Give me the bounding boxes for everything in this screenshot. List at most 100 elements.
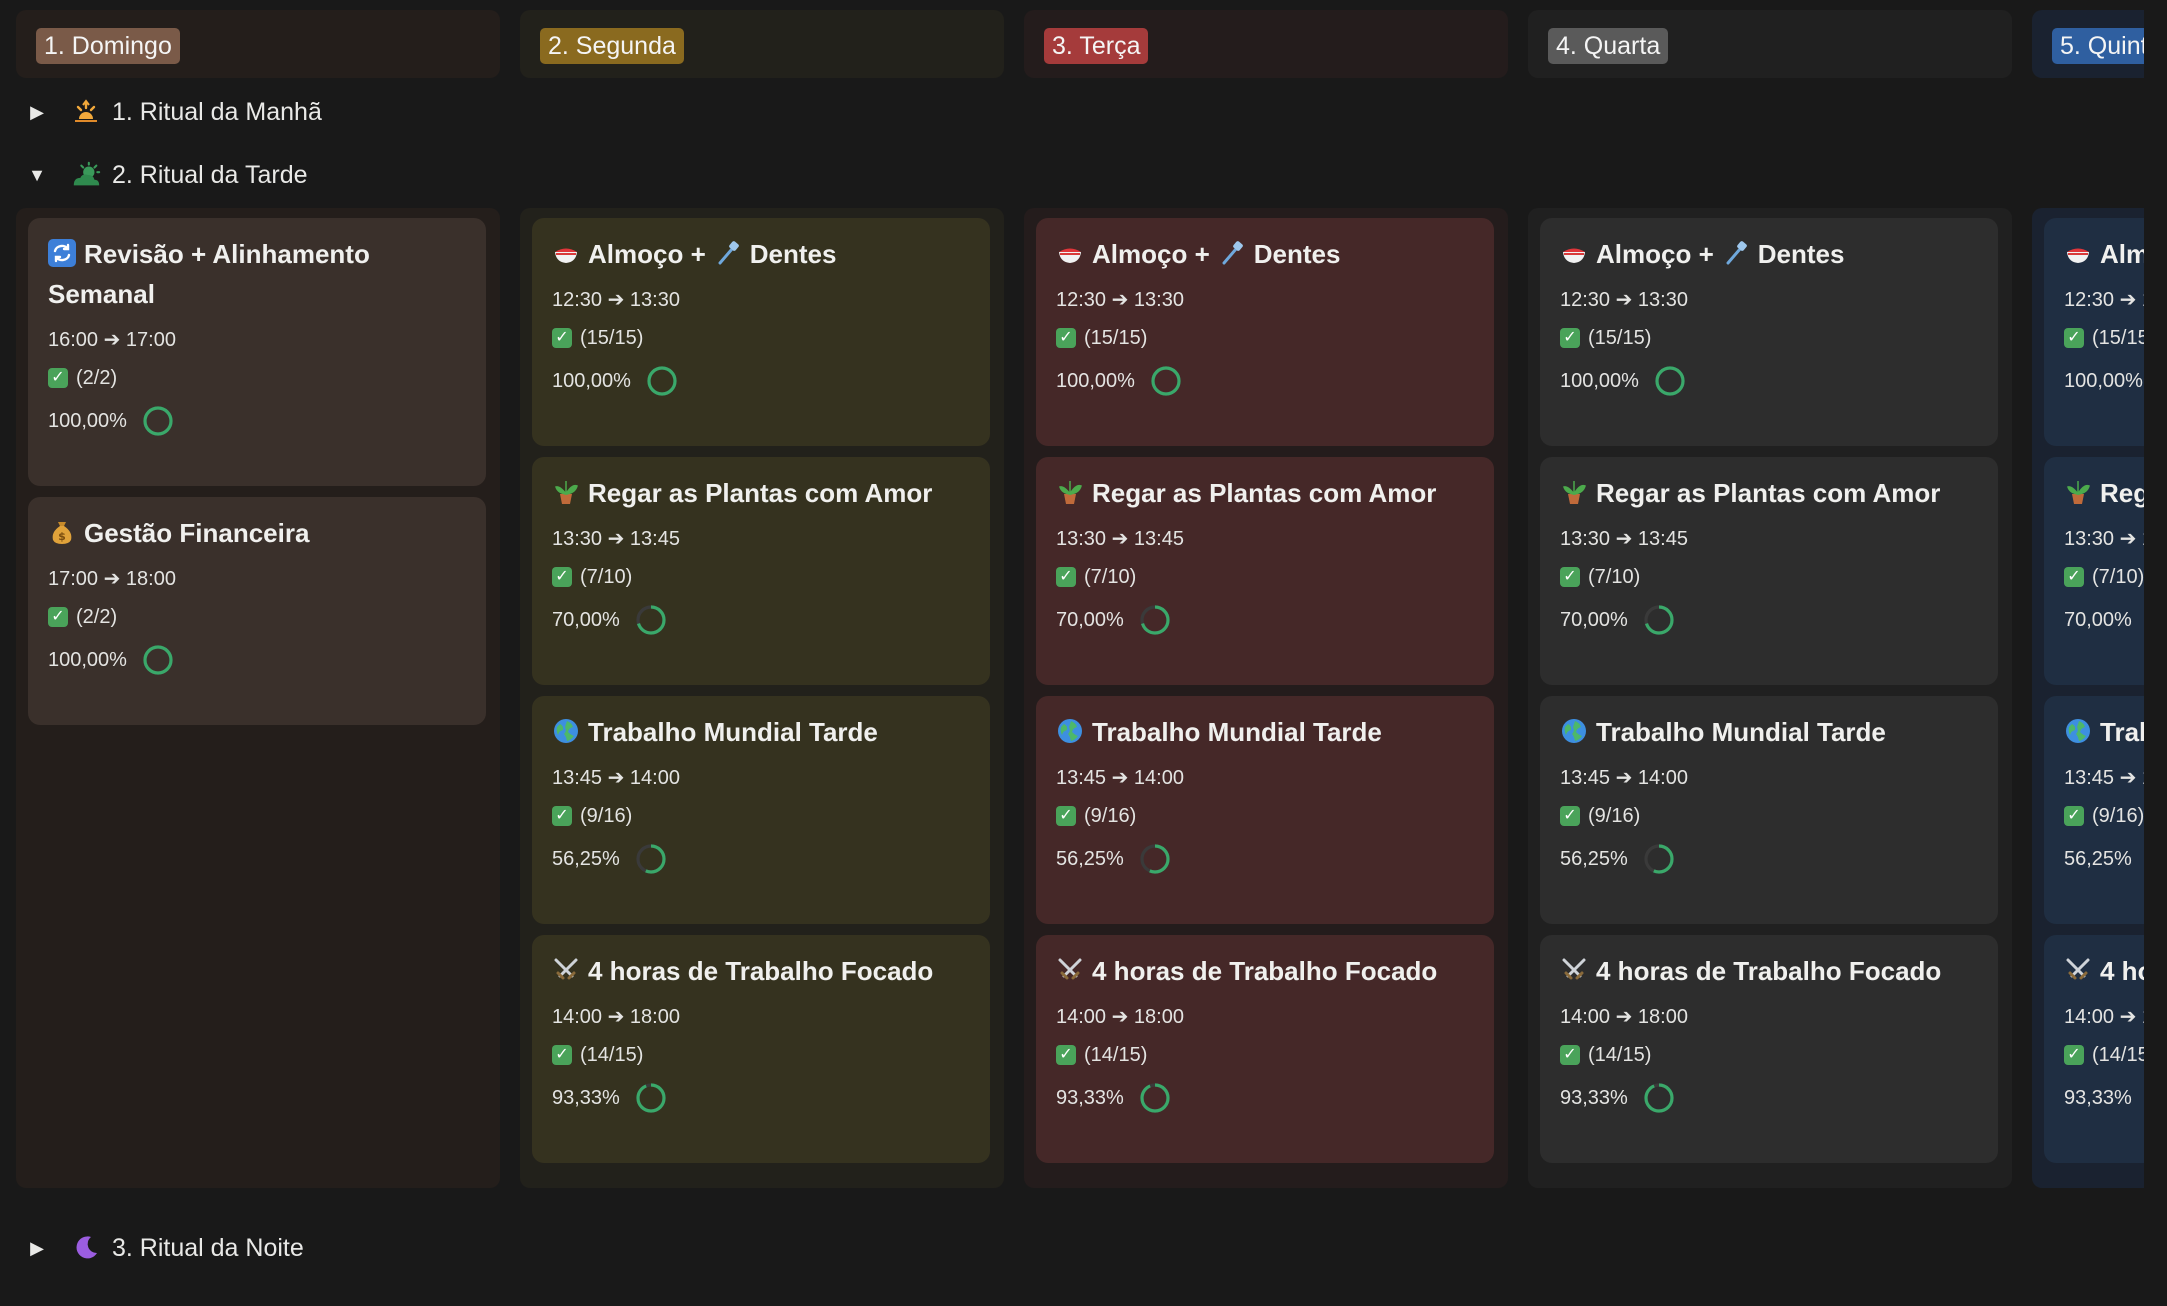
crossed-swords-icon xyxy=(552,955,580,983)
checkbox-checked-icon: ✓ xyxy=(552,328,572,348)
progress-ring xyxy=(636,1083,666,1113)
progress-ring xyxy=(143,645,173,675)
sun-cloud-icon xyxy=(70,159,102,191)
column-tag-domingo: 1. Domingo xyxy=(36,28,180,64)
card-time: 12:30 ➔ 13:30 xyxy=(1560,289,1688,311)
checkbox-checked-icon: ✓ xyxy=(48,607,68,627)
card-segunda-1[interactable]: Almoço + Dentes 12:30 ➔ 13:30 ✓ (15/15) 100,0… xyxy=(532,218,990,446)
card-progress: 100,00% xyxy=(48,404,466,438)
card-checklist: ✓ (9/16) xyxy=(2064,804,2144,828)
card-quinta-1[interactable]: Almoço +Dentes 12:30 ➔ 13:30 ✓(15/15) 100,0… xyxy=(2044,218,2144,446)
card-checklist: ✓ (7/10) xyxy=(1056,565,1474,589)
card-title: 4 horas de Trabalho Focado xyxy=(552,951,970,991)
card-checklist: ✓ (7/10) xyxy=(1560,565,1978,589)
card-progress: 93,33% xyxy=(1560,1081,1978,1115)
bowl-icon xyxy=(552,238,580,266)
card-segunda-4[interactable]: 4 horas de Trabalho Focado 14:00 ➔ 18:00 ✓… xyxy=(532,935,990,1163)
card-time: 12:30 ➔ 13:30 xyxy=(552,289,680,311)
card-terca-2[interactable]: Regar as Plantas com Amor 13:30 ➔ 13:45 ✓(… xyxy=(1036,457,1494,685)
checkbox-checked-icon: ✓ xyxy=(1560,328,1580,348)
card-terca-3[interactable]: Trabalho Mundial Tarde 13:45 ➔ 14:00 ✓ (9/1… xyxy=(1036,696,1494,924)
card-time: 13:30 ➔ 13:45 xyxy=(2064,528,2144,550)
card-progress: 56,25% xyxy=(552,842,970,876)
card-title: Trabalho Mundial Tarde xyxy=(1056,712,1474,752)
checkbox-checked-icon: ✓ xyxy=(552,1045,572,1065)
card-segunda-2[interactable]: Regar as Plantas com Amor 13:30 ➔ 13:45 ✓(… xyxy=(532,457,990,685)
svg-text:$: $ xyxy=(58,530,66,543)
card-title: Regar as Plantas com Amor xyxy=(1056,473,1474,513)
caret-down-icon[interactable]: ▼ xyxy=(28,165,46,186)
card-revisao-alinhamento[interactable]: Revisão + Alinhamento Semanal 16:00 ➔ 17:… xyxy=(28,218,486,486)
crossed-swords-icon xyxy=(2064,955,2092,983)
group-label: 1. Ritual da Manhã xyxy=(112,97,322,126)
card-time: 13:45 ➔ 14:00 xyxy=(1560,767,1688,789)
group-ritual-tarde[interactable]: ▼ 2. Ritual da Tarde xyxy=(28,155,308,195)
card-progress: 70,00% xyxy=(1560,603,1978,637)
checkbox-checked-icon: ✓ xyxy=(48,368,68,388)
card-title: Almoço +Dentes xyxy=(1560,234,1978,274)
bowl-icon xyxy=(1560,238,1588,266)
card-time: 14:00 ➔ 18:00 xyxy=(1056,1006,1184,1028)
card-checklist: ✓(15/15) xyxy=(1560,326,1978,350)
card-quarta-2[interactable]: Regar as Plantas com Amor 13:30 ➔ 13:45 ✓(… xyxy=(1540,457,1998,685)
card-time: 17:00 ➔ 18:00 xyxy=(48,568,176,590)
progress-ring xyxy=(1140,844,1170,874)
caret-right-icon[interactable]: ▶ xyxy=(28,1238,46,1259)
card-title: Regar as Plantas com Amor xyxy=(2064,473,2144,513)
column-tag-quarta: 4. Quarta xyxy=(1548,28,1669,64)
card-quarta-4[interactable]: 4 horas de Trabalho Focado 14:00 ➔ 18:00 ✓… xyxy=(1540,935,1998,1163)
card-gestao-financeira[interactable]: $ Gestão Financeira 17:00 ➔ 18:00 ✓ (2/2) … xyxy=(28,497,486,725)
card-quinta-4[interactable]: 4 horas de Trabalho Focado 14:00 ➔ 18:00 ✓… xyxy=(2044,935,2144,1163)
card-progress: 56,25% xyxy=(1056,842,1474,876)
card-progress: 100,00% xyxy=(552,364,970,398)
card-progress: 100,00% xyxy=(1560,364,1978,398)
toothbrush-icon xyxy=(1722,238,1750,266)
card-quarta-3[interactable]: Trabalho Mundial Tarde 13:45 ➔ 14:00 ✓ (9/1… xyxy=(1540,696,1998,924)
potted-plant-icon xyxy=(1056,477,1084,505)
card-segunda-3[interactable]: Trabalho Mundial Tarde 13:45 ➔ 14:00 ✓ (9/1… xyxy=(532,696,990,924)
group-label: 2. Ritual da Tarde xyxy=(112,160,308,189)
card-progress: 70,00% xyxy=(1056,603,1474,637)
repeat-icon xyxy=(48,238,76,267)
card-time: 13:45 ➔ 14:00 xyxy=(552,767,680,789)
checkbox-checked-icon: ✓ xyxy=(1056,806,1076,826)
group-ritual-noite[interactable]: ▶ 3. Ritual da Noite xyxy=(28,1228,304,1268)
card-terca-1[interactable]: Almoço + Dentes 12:30 ➔ 13:30 ✓ (15/15) 100,0… xyxy=(1036,218,1494,446)
card-progress: 56,25% xyxy=(1560,842,1978,876)
progress-ring xyxy=(1151,366,1181,396)
card-time: 13:30 ➔ 13:45 xyxy=(1560,528,1688,550)
checkbox-checked-icon: ✓ xyxy=(1056,328,1076,348)
potted-plant-icon xyxy=(1560,477,1588,505)
card-checklist: ✓ (9/16) xyxy=(1560,804,1978,828)
card-terca-4[interactable]: 4 horas de Trabalho Focado 14:00 ➔ 18:00 ✓… xyxy=(1036,935,1494,1163)
card-time: 16:00 ➔ 17:00 xyxy=(48,329,176,351)
card-progress: 93,33% xyxy=(552,1081,970,1115)
card-progress: 56,25% xyxy=(2064,842,2144,876)
progress-ring xyxy=(636,844,666,874)
card-checklist: ✓(14/15) xyxy=(2064,1043,2144,1067)
card-time: 14:00 ➔ 18:00 xyxy=(1560,1006,1688,1028)
card-title: Almoço +Dentes xyxy=(1056,234,1474,274)
card-progress: 93,33% xyxy=(2064,1081,2144,1115)
card-title: Revisão + Alinhamento Semanal xyxy=(48,238,370,309)
money-bag-icon: $ xyxy=(48,517,76,545)
group-ritual-manha[interactable]: ▶ 1. Ritual da Manhã xyxy=(28,92,322,132)
group-label: 3. Ritual da Noite xyxy=(112,1233,304,1262)
progress-ring xyxy=(1655,366,1685,396)
card-quarta-1[interactable]: Almoço + Dentes 12:30 ➔ 13:30 ✓ (15/15) 100,0… xyxy=(1540,218,1998,446)
card-time: 12:30 ➔ 13:30 xyxy=(1056,289,1184,311)
card-progress: 100,00% xyxy=(48,643,466,677)
card-checklist: ✓(15/15) xyxy=(2064,326,2144,350)
card-time: 14:00 ➔ 18:00 xyxy=(552,1006,680,1028)
card-checklist: ✓ (2/2) xyxy=(48,366,466,390)
card-checklist: ✓ (9/16) xyxy=(552,804,970,828)
card-quinta-3[interactable]: Trabalho Mundial Tarde 13:45 ➔ 14:00 ✓(9/1… xyxy=(2044,696,2144,924)
card-progress: 70,00% xyxy=(552,603,970,637)
card-quinta-2[interactable]: Regar as Plantas com Amor 13:30 ➔ 13:45 ✓(… xyxy=(2044,457,2144,685)
card-progress: 100,00% xyxy=(2064,364,2144,398)
checkbox-checked-icon: ✓ xyxy=(2064,328,2084,348)
progress-ring xyxy=(143,406,173,436)
column-tag-quinta: 5. Quint xyxy=(2052,28,2144,64)
caret-right-icon[interactable]: ▶ xyxy=(28,102,46,123)
card-title: $ Gestão Financeira xyxy=(48,513,466,553)
